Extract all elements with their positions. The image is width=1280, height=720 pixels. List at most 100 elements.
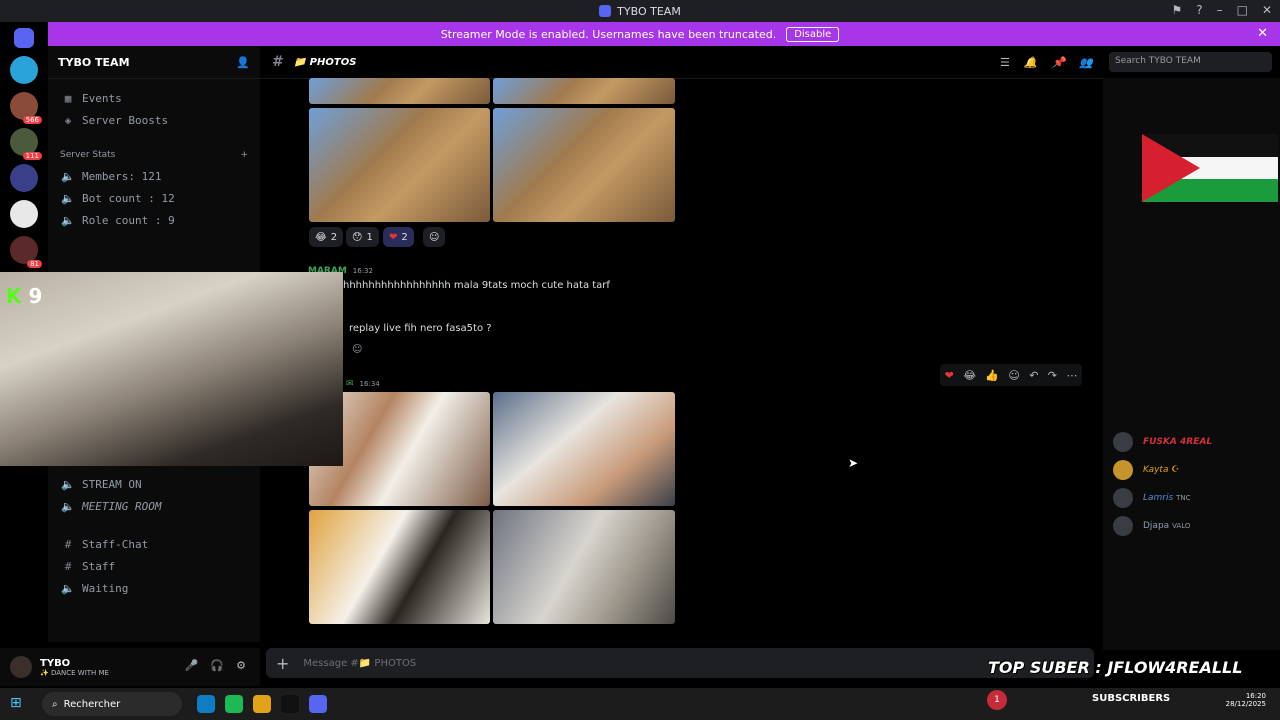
server-header[interactable]: TYBO TEAM 👤 [48,46,260,79]
voice-channel-meeting[interactable]: 🔈 MEETING ROOM [48,495,260,517]
unread-badge: 566 [22,116,42,124]
add-reaction-icon[interactable]: ☺ [423,227,446,247]
guild-icon[interactable] [10,56,38,84]
white-tiger-photo[interactable] [493,510,675,624]
channel-header: # 📁 PHOTOS ☰ 🔔 📌 👥 [260,46,1103,79]
discord-app-icon [599,5,612,17]
close-icon[interactable]: ✕ [1257,26,1268,41]
hash-icon: # [64,537,72,551]
text-channel-staff[interactable]: # Staff [48,555,260,577]
disable-button[interactable]: Disable [786,26,840,42]
microphone-icon[interactable]: 🎤 [185,659,199,672]
guild-icon[interactable]: 81 [10,236,42,268]
add-channel-icon[interactable]: + [240,150,248,160]
mouse-cursor-icon: ➤ [848,456,859,470]
invite-icon[interactable]: 👤 [236,56,250,69]
top-suber-overlay: TOP SUBER : JFLOW4REALLL [988,658,1243,677]
subscribers-overlay: SUBSCRIBERS [1092,693,1171,704]
windows-taskbar: ⊞ ⌕ Rechercher [0,688,1280,720]
forward-icon[interactable]: ↷ [1048,369,1057,382]
reaction-heart[interactable]: ❤ 2 [383,227,414,247]
speaker-icon: 🔈 [61,169,75,183]
laugh-reaction-icon[interactable]: 😂 [963,369,976,382]
voice-channel-waiting[interactable]: 🔈 Waiting [48,577,260,599]
help-icon[interactable]: ? [1196,3,1202,17]
kick-logo: K 9 [6,284,43,308]
minimize-icon[interactable]: – [1217,3,1223,17]
member-item[interactable]: Kayta ☪ [1103,456,1280,484]
discord-taskbar-icon[interactable] [309,695,327,713]
folder-icon: 📁 [293,56,307,68]
member-list-icon[interactable]: 👥 [1079,56,1093,69]
avatar[interactable] [10,656,32,678]
palestine-flag-image [1142,134,1278,202]
voice-channel-members[interactable]: 🔈 Members: 121 [48,165,260,187]
avatar [1113,432,1133,452]
threads-icon[interactable]: ☰ [1000,56,1010,69]
user-status: ✨ DANCE WITH ME [40,668,109,677]
voice-channel-stream-on[interactable]: 🔈 STREAM ON [48,473,260,495]
speaker-icon: 🔈 [61,499,75,513]
member-item[interactable]: Djapa VALO [1103,512,1280,540]
guild-icon[interactable] [10,164,38,192]
tiktok-icon[interactable] [281,695,299,713]
discord-home-icon[interactable] [14,28,34,48]
pin-icon[interactable]: 📌 [1052,56,1066,69]
heart-reaction-icon[interactable]: ❤ [945,369,954,382]
thumbs-up-icon[interactable]: 👍 [985,369,999,382]
text-channel-staff-chat[interactable]: # Staff-Chat [48,533,260,555]
title-bar: TYBO TEAM ⚑ ? – □ ✕ [0,0,1280,22]
headphones-icon[interactable]: 🎧 [210,659,224,672]
avatar [1113,488,1133,508]
channel-name: PHOTOS [309,56,357,68]
reaction-surprised[interactable]: 😯 1 [346,227,379,247]
spotify-icon[interactable] [225,695,243,713]
hash-icon: # [64,559,72,573]
edge-icon[interactable] [197,695,215,713]
white-tiger-photo[interactable] [493,392,675,506]
reaction-laugh[interactable]: 😂 2 [309,227,344,247]
bell-icon[interactable]: 🔔 [1024,56,1038,69]
add-reaction-icon[interactable]: ☺ [352,344,362,355]
message-actions-bar: ❤ 😂 👍 ☺ ↶ ↷ ⋯ [940,364,1082,386]
taskbar-search[interactable]: ⌕ Rechercher [42,692,182,716]
speaker-icon: 🔈 [61,213,75,227]
window-title: TYBO TEAM [617,4,681,18]
message-author[interactable]: ✉ 16:34 [346,379,380,389]
inbox-icon[interactable]: ⚑ [1171,3,1182,17]
message-input[interactable]: + Message #📁 PHOTOS [266,648,1094,678]
white-tiger-photo[interactable] [309,510,490,624]
unread-badge: 81 [27,260,42,268]
guild-icon[interactable] [10,200,38,228]
voice-channel-roles[interactable]: 🔈 Role count : 9 [48,209,260,231]
events-item[interactable]: ▦ Events [48,87,260,109]
lion-photo[interactable] [309,108,490,222]
lion-photo[interactable] [493,78,675,104]
boosts-item[interactable]: ◈ Server Boosts [48,109,260,131]
streamer-mode-banner: Streamer Mode is enabled. Usernames have… [0,22,1280,46]
guild-icon[interactable]: 111 [10,128,42,160]
add-reaction-icon[interactable]: ☺ [1008,369,1019,382]
voice-channel-bots[interactable]: 🔈 Bot count : 12 [48,187,260,209]
maximize-icon[interactable]: □ [1237,3,1248,17]
lion-photo[interactable] [493,108,675,222]
guild-icon[interactable]: 566 [10,92,42,124]
message-text: replay live fih nero fasa5to ? [349,323,492,334]
category-server-stats[interactable]: Server Stats + [48,145,260,165]
lion-photo[interactable] [309,78,490,104]
member-item[interactable]: FUSKA 4REAL [1103,428,1280,456]
message-text: hhhhhhhhhhhhhhhhh mala 9tats moch cute h… [343,280,610,291]
reply-icon[interactable]: ↶ [1029,369,1038,382]
boost-icon: ◈ [64,113,72,127]
windows-start-icon[interactable]: ⊞ [10,695,28,713]
search-input[interactable]: Search TYBO TEAM [1109,52,1272,72]
hash-icon: # [272,54,284,70]
upload-plus-icon[interactable]: + [276,654,289,673]
avatar [1113,460,1133,480]
gear-icon[interactable]: ⚙ [236,659,246,672]
close-window-icon[interactable]: ✕ [1262,3,1272,17]
taskbar-clock[interactable]: 16:20 28/12/2025 [1226,692,1266,708]
chrome-icon[interactable] [253,695,271,713]
member-item[interactable]: Lamris TNC [1103,484,1280,512]
more-icon[interactable]: ⋯ [1066,369,1077,382]
